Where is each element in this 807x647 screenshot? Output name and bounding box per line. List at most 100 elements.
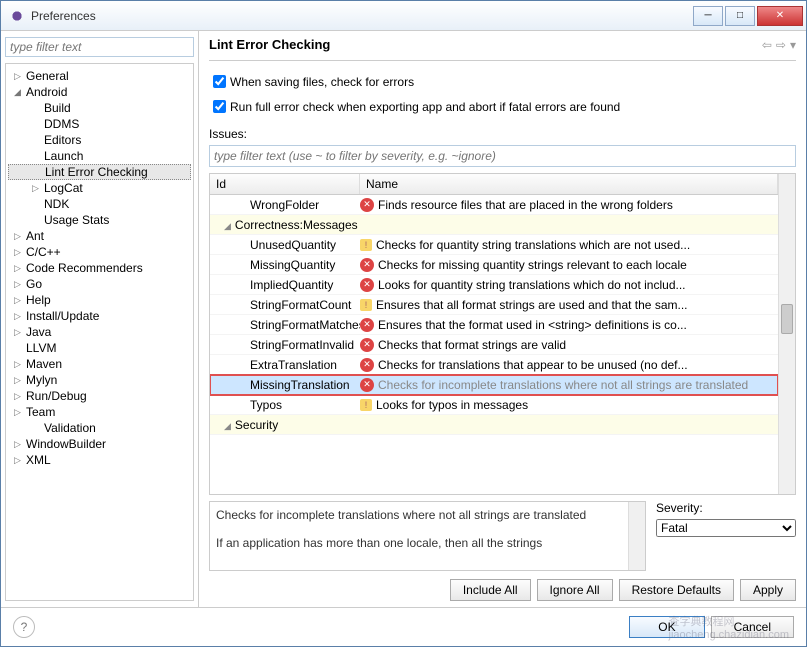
expand-icon[interactable]: ▷ bbox=[14, 327, 26, 338]
issue-id: StringFormatInvalid bbox=[210, 338, 360, 352]
titlebar[interactable]: Preferences ─ □ ✕ bbox=[1, 1, 806, 31]
tree-item-ndk[interactable]: NDK bbox=[8, 196, 191, 212]
tree-item-label: WindowBuilder bbox=[26, 437, 106, 451]
tree-item-android[interactable]: ◢Android bbox=[8, 84, 191, 100]
collapse-icon[interactable]: ◢ bbox=[224, 421, 231, 431]
expand-icon[interactable]: ▷ bbox=[14, 375, 26, 386]
tree-item-label: Maven bbox=[26, 357, 62, 371]
issue-description: Checks for incomplete translations where… bbox=[209, 501, 646, 571]
restore-defaults-button[interactable]: Restore Defaults bbox=[619, 579, 734, 601]
issue-name: Checks for translations that appear to b… bbox=[378, 358, 688, 372]
tree-item-ddms[interactable]: DDMS bbox=[8, 116, 191, 132]
close-button[interactable]: ✕ bbox=[757, 6, 803, 26]
expand-icon[interactable]: ▷ bbox=[14, 359, 26, 370]
tree-item-xml[interactable]: ▷XML bbox=[8, 452, 191, 468]
tree-filter-input[interactable] bbox=[5, 37, 194, 57]
help-icon[interactable]: ? bbox=[13, 616, 35, 638]
expand-icon[interactable]: ▷ bbox=[14, 407, 26, 418]
table-row[interactable]: ExtraTranslation✕Checks for translations… bbox=[210, 355, 778, 375]
expand-icon[interactable]: ▷ bbox=[14, 263, 26, 274]
check-export-errors-box[interactable] bbox=[213, 100, 226, 113]
issues-filter-input[interactable] bbox=[209, 145, 796, 167]
group-label: Correctness:Messages bbox=[235, 218, 358, 232]
menu-icon[interactable]: ▾ bbox=[790, 38, 796, 52]
table-row[interactable]: MissingTranslation✕Checks for incomplete… bbox=[210, 375, 778, 395]
maximize-button[interactable]: □ bbox=[725, 6, 755, 26]
tree-item-maven[interactable]: ▷Maven bbox=[8, 356, 191, 372]
tree-item-label: Usage Stats bbox=[44, 213, 109, 227]
tree-item-java[interactable]: ▷Java bbox=[8, 324, 191, 340]
cancel-button[interactable]: Cancel bbox=[711, 616, 794, 638]
expand-icon[interactable]: ◢ bbox=[14, 87, 26, 98]
tree-item-label: Launch bbox=[44, 149, 83, 163]
issue-id: MissingTranslation bbox=[210, 378, 360, 392]
table-row[interactable]: MissingQuantity✕Checks for missing quant… bbox=[210, 255, 778, 275]
tree-item-usage-stats[interactable]: Usage Stats bbox=[8, 212, 191, 228]
issue-id: StringFormatCount bbox=[210, 298, 360, 312]
tree-item-windowbuilder[interactable]: ▷WindowBuilder bbox=[8, 436, 191, 452]
expand-icon[interactable]: ▷ bbox=[14, 391, 26, 402]
collapse-icon[interactable]: ◢ bbox=[224, 221, 231, 231]
back-icon[interactable]: ⇦ bbox=[762, 38, 772, 52]
sidebar: ▷General◢AndroidBuildDDMS Editors LaunchLi… bbox=[1, 31, 199, 607]
description-scrollbar[interactable] bbox=[628, 502, 645, 570]
expand-icon[interactable]: ▷ bbox=[14, 311, 26, 322]
issue-id: WrongFolder bbox=[210, 198, 360, 212]
minimize-button[interactable]: ─ bbox=[693, 6, 723, 26]
ignore-all-button[interactable]: Ignore All bbox=[537, 579, 613, 601]
tree-item-llvm[interactable]: LLVM bbox=[8, 340, 191, 356]
tree-item-logcat[interactable]: ▷LogCat bbox=[8, 180, 191, 196]
check-save-errors-box[interactable] bbox=[213, 75, 226, 88]
tree-item-c-c-[interactable]: ▷C/C++ bbox=[8, 244, 191, 260]
expand-icon[interactable]: ▷ bbox=[14, 295, 26, 306]
tree-item-code-recommenders[interactable]: ▷Code Recommenders bbox=[8, 260, 191, 276]
check-save-errors[interactable]: When saving files, check for errors bbox=[209, 72, 796, 91]
tree-item-install-update[interactable]: ▷Install/Update bbox=[8, 308, 191, 324]
tree-item-validation[interactable]: Validation bbox=[8, 420, 191, 436]
expand-icon[interactable]: ▷ bbox=[32, 183, 44, 194]
check-export-errors[interactable]: Run full error check when exporting app … bbox=[209, 97, 796, 116]
expand-icon[interactable]: ▷ bbox=[14, 231, 26, 242]
expand-icon[interactable]: ▷ bbox=[14, 247, 26, 258]
expand-icon[interactable]: ▷ bbox=[14, 439, 26, 450]
table-row[interactable]: UnusedQuantity!Checks for quantity strin… bbox=[210, 235, 778, 255]
apply-button[interactable]: Apply bbox=[740, 579, 796, 601]
tree-item-build[interactable]: Build bbox=[8, 100, 191, 116]
table-row[interactable]: Typos!Looks for typos in messages bbox=[210, 395, 778, 415]
check-export-errors-label: Run full error check when exporting app … bbox=[230, 100, 620, 114]
table-scrollbar[interactable] bbox=[778, 174, 795, 494]
tree-item-label: Editors bbox=[44, 133, 81, 147]
preferences-tree[interactable]: ▷General◢AndroidBuildDDMS Editors LaunchLi… bbox=[5, 63, 194, 601]
tree-item-label: DDMS bbox=[44, 117, 79, 131]
table-row[interactable]: WrongFolder✕Finds resource files that ar… bbox=[210, 195, 778, 215]
column-name[interactable]: Name bbox=[360, 174, 778, 194]
column-id[interactable]: Id bbox=[210, 174, 360, 194]
table-row[interactable]: ImpliedQuantity✕Looks for quantity strin… bbox=[210, 275, 778, 295]
tree-item-go[interactable]: ▷Go bbox=[8, 276, 191, 292]
include-all-button[interactable]: Include All bbox=[450, 579, 531, 601]
tree-item-run-debug[interactable]: ▷Run/Debug bbox=[8, 388, 191, 404]
table-row[interactable]: StringFormatCount!Ensures that all forma… bbox=[210, 295, 778, 315]
table-group-row[interactable]: ◢ Correctness:Messages bbox=[210, 215, 778, 235]
forward-icon[interactable]: ⇨ bbox=[776, 38, 786, 52]
tree-item-team[interactable]: ▷Team bbox=[8, 404, 191, 420]
table-row[interactable]: StringFormatInvalid✕Checks that format s… bbox=[210, 335, 778, 355]
tree-item-help[interactable]: ▷Help bbox=[8, 292, 191, 308]
issue-name: Looks for typos in messages bbox=[376, 398, 528, 412]
expand-icon[interactable]: ▷ bbox=[14, 279, 26, 290]
tree-item-label: NDK bbox=[44, 197, 69, 211]
table-group-row[interactable]: ◢Security bbox=[210, 415, 778, 435]
tree-item-mylyn[interactable]: ▷Mylyn bbox=[8, 372, 191, 388]
severity-select[interactable]: Fatal bbox=[656, 519, 796, 537]
tree-item-launch[interactable]: Launch bbox=[8, 148, 191, 164]
tree-item-label: Team bbox=[26, 405, 55, 419]
ok-button[interactable]: OK bbox=[629, 616, 704, 638]
expand-icon[interactable]: ▷ bbox=[14, 455, 26, 466]
tree-item-lint-error-checking[interactable]: Lint Error Checking bbox=[8, 164, 191, 180]
tree-item-editors[interactable]: Editors bbox=[8, 132, 191, 148]
table-row[interactable]: StringFormatMatches✕Ensures that the for… bbox=[210, 315, 778, 335]
tree-item-general[interactable]: ▷General bbox=[8, 68, 191, 84]
tree-item-ant[interactable]: ▷Ant bbox=[8, 228, 191, 244]
scrollbar-thumb[interactable] bbox=[781, 304, 793, 334]
expand-icon[interactable]: ▷ bbox=[14, 71, 26, 82]
